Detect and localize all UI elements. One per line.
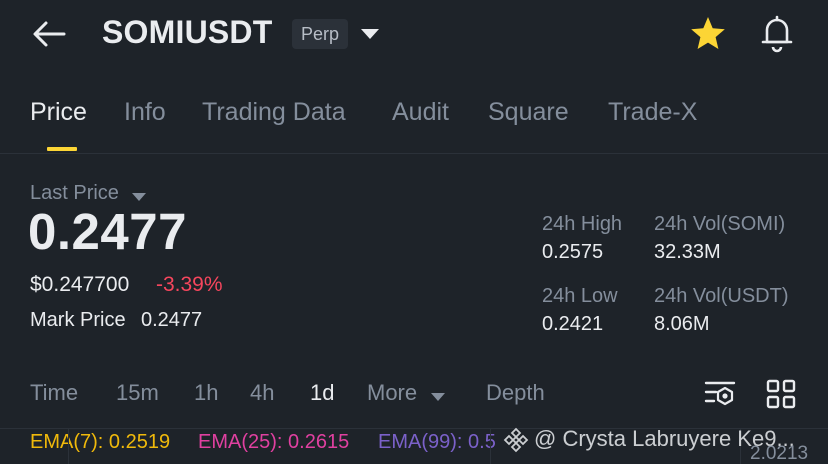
interval-1h[interactable]: 1h bbox=[194, 380, 218, 406]
header: SOMIUSDT Perp bbox=[0, 0, 828, 70]
interval-4h[interactable]: 4h bbox=[250, 380, 274, 406]
usd-price: $0.247700 bbox=[30, 273, 130, 296]
low-label: 24h Low bbox=[542, 285, 618, 307]
price-axis-value: 2.0213 bbox=[750, 443, 809, 464]
binance-logo-icon bbox=[503, 427, 529, 453]
mark-price-value: 0.2477 bbox=[141, 309, 203, 331]
bell-icon[interactable] bbox=[756, 12, 798, 54]
futures-price-screen: SOMIUSDT Perp Price Info Trading Data Au… bbox=[0, 0, 828, 464]
perp-badge: Perp bbox=[292, 19, 349, 49]
last-price-value: 0.2477 bbox=[28, 203, 187, 260]
tab-audit[interactable]: Audit bbox=[392, 98, 449, 127]
star-icon[interactable] bbox=[688, 14, 728, 54]
high-value: 0.2575 bbox=[542, 241, 604, 263]
price-change-percent: -3.39% bbox=[156, 273, 223, 296]
back-arrow-icon[interactable] bbox=[30, 16, 70, 52]
tab-trade-x[interactable]: Trade-X bbox=[608, 98, 697, 127]
interval-15m[interactable]: 15m bbox=[116, 380, 159, 406]
interval-1d[interactable]: 1d bbox=[310, 380, 334, 406]
tab-trading-data[interactable]: Trading Data bbox=[202, 98, 346, 127]
indicator-settings-icon[interactable] bbox=[703, 378, 737, 410]
high-label: 24h High bbox=[542, 213, 623, 235]
tab-square[interactable]: Square bbox=[488, 98, 569, 127]
ema-25-value: EMA(25): 0.2615 bbox=[198, 431, 350, 453]
chart-gridline bbox=[68, 428, 69, 464]
vol-quote-value: 8.06M bbox=[654, 313, 710, 335]
symbol-title[interactable]: SOMIUSDT bbox=[102, 14, 273, 51]
chevron-down-icon[interactable] bbox=[358, 24, 382, 44]
caret-down-icon[interactable] bbox=[131, 189, 147, 201]
ema-99-value: EMA(99): 0.5 bbox=[378, 431, 496, 453]
vol-quote-label: 24h Vol(USDT) bbox=[654, 285, 789, 307]
chart-gridline bbox=[490, 428, 491, 464]
active-tab-indicator bbox=[47, 147, 77, 151]
vol-base-value: 32.33M bbox=[654, 241, 721, 263]
caret-down-icon[interactable] bbox=[430, 389, 446, 401]
tab-bar: Price Info Trading Data Audit Square Tra… bbox=[0, 98, 828, 154]
interval-depth[interactable]: Depth bbox=[486, 380, 545, 406]
interval-time[interactable]: Time bbox=[30, 380, 78, 406]
interval-more[interactable]: More bbox=[367, 380, 417, 406]
grid-layout-icon[interactable] bbox=[765, 378, 797, 410]
mark-price-label: Mark Price bbox=[30, 309, 126, 331]
low-value: 0.2421 bbox=[542, 313, 604, 335]
vol-base-label: 24h Vol(SOMI) bbox=[654, 213, 786, 235]
tab-info[interactable]: Info bbox=[124, 98, 166, 127]
tab-price[interactable]: Price bbox=[30, 98, 87, 127]
ema-7-value: EMA(7): 0.2519 bbox=[30, 431, 171, 453]
